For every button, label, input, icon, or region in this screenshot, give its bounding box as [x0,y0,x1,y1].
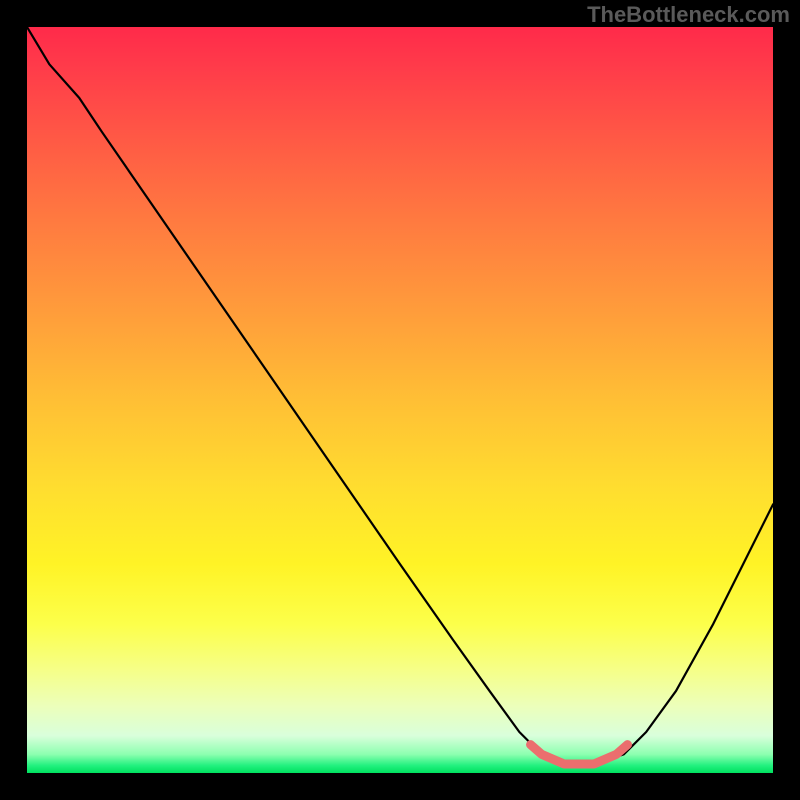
chart-plot-area [27,27,773,773]
optimal-band-highlight [531,745,628,764]
chart-svg [27,27,773,773]
watermark-text: TheBottleneck.com [587,2,790,28]
bottleneck-curve [27,27,773,764]
